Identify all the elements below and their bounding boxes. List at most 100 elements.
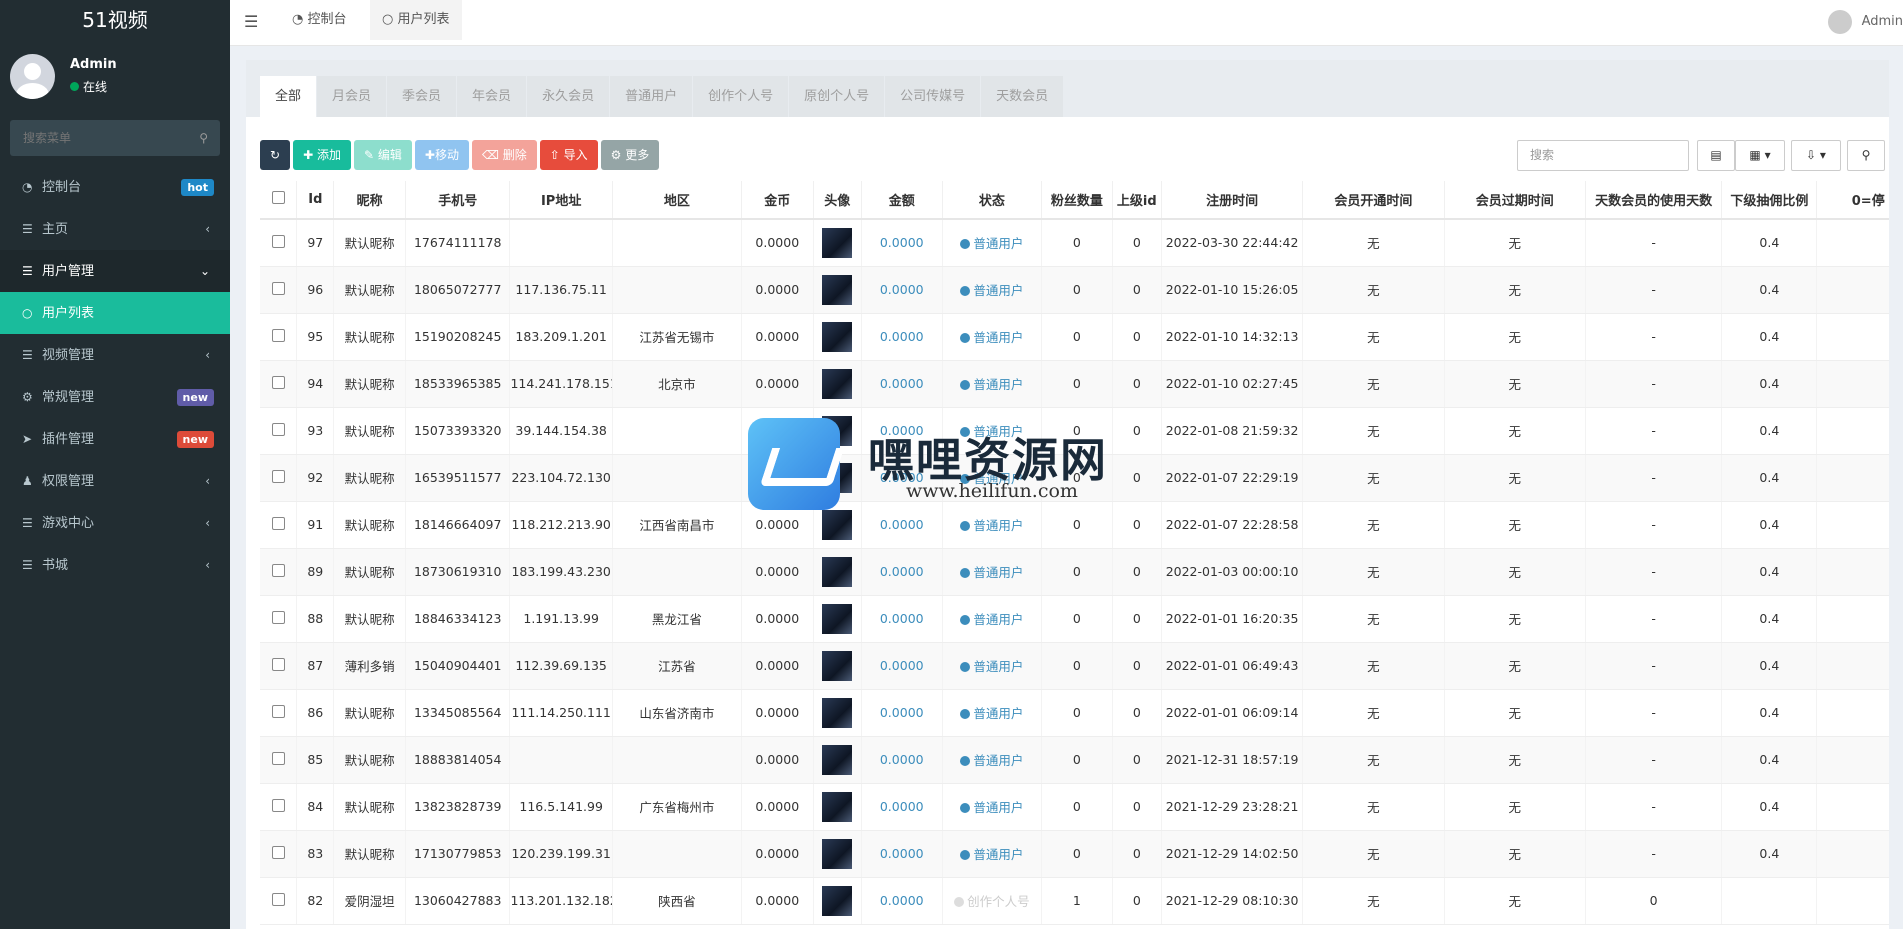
app-logo[interactable]: 51视频 — [0, 0, 230, 40]
row-checkbox[interactable] — [271, 798, 285, 812]
row-checkbox[interactable] — [271, 704, 285, 718]
row-checkbox[interactable] — [271, 657, 285, 671]
col-header[interactable]: 金币 — [741, 181, 814, 220]
col-header[interactable]: 昵称 — [333, 181, 406, 220]
sidebar-item-video-management[interactable]: ☰ 视频管理 ‹ — [0, 334, 230, 376]
avatar-thumbnail[interactable] — [822, 227, 853, 258]
table-row[interactable]: 92 默认昵称 16539511577 223.104.72.130 0.0000 0.0… — [260, 454, 1889, 502]
col-header[interactable]: Id — [296, 181, 335, 220]
row-checkbox[interactable] — [271, 422, 285, 436]
move-button[interactable]: ✚移动 — [414, 140, 469, 170]
sidebar-item-games[interactable]: ☰ 游戏中心 ‹ — [0, 502, 230, 544]
amount-link[interactable]: 0.0000 — [880, 893, 924, 908]
export-button[interactable]: ⇩ ▾ — [1791, 140, 1841, 171]
columns-button[interactable]: ▦ ▾ — [1735, 140, 1785, 171]
delete-button[interactable]: ⌫ 删除 — [471, 140, 537, 170]
col-header[interactable]: 0=停 — [1816, 181, 1889, 220]
col-header[interactable]: 注册时间 — [1161, 181, 1304, 220]
import-button[interactable]: ⇧ 导入 — [539, 140, 598, 170]
row-checkbox[interactable] — [271, 375, 285, 389]
col-header[interactable]: 头像 — [813, 181, 862, 220]
avatar-thumbnail[interactable] — [822, 603, 853, 634]
amount-link[interactable]: 0.0000 — [880, 564, 924, 579]
table-row[interactable]: 97 默认昵称 17674111178 0.0000 0.0000 普通用户 0 0 2022-… — [260, 219, 1889, 267]
sidebar-item-permissions[interactable]: ♟ 权限管理 ‹ — [0, 460, 230, 502]
add-button[interactable]: ✚ 添加 — [293, 140, 351, 170]
row-checkbox[interactable] — [271, 845, 285, 859]
tab-original[interactable]: 原创个人号 — [789, 76, 885, 117]
row-checkbox[interactable] — [271, 281, 285, 295]
avatar-thumbnail[interactable] — [822, 556, 853, 587]
table-row[interactable]: 87 薄利多销 15040904401 112.39.69.135 江苏省 0.0000 0… — [260, 642, 1889, 690]
col-header[interactable]: 会员开通时间 — [1302, 181, 1445, 220]
amount-link[interactable]: 0.0000 — [880, 705, 924, 720]
amount-link[interactable]: 0.0000 — [880, 517, 924, 532]
amount-link[interactable]: 0.0000 — [880, 423, 924, 438]
col-header[interactable]: 金额 — [861, 181, 943, 220]
more-button[interactable]: ⚙ 更多 — [600, 140, 660, 170]
avatar-thumbnail[interactable] — [822, 274, 853, 305]
amount-link[interactable]: 0.0000 — [880, 376, 924, 391]
amount-link[interactable]: 0.0000 — [880, 282, 924, 297]
table-row[interactable]: 88 默认昵称 18846334123 1.191.13.99 黑龙江省 0.0000 0.… — [260, 595, 1889, 643]
table-row[interactable]: 94 默认昵称 18533965385 114.241.178.151 北京市 0.000… — [260, 360, 1889, 408]
table-row[interactable]: 82 爱阴湿坦 13060427883 113.201.132.182 陕西省 0.000… — [260, 877, 1889, 925]
tab-dashboard[interactable]: ◔ 控制台 — [280, 0, 359, 40]
row-checkbox[interactable] — [271, 328, 285, 342]
table-row[interactable]: 83 默认昵称 17130779853 120.239.199.31 0.0000 0.0… — [260, 830, 1889, 878]
tab-normal[interactable]: 普通用户 — [610, 76, 693, 117]
search-toggle-button[interactable]: ⚲ — [1847, 140, 1885, 171]
col-header[interactable]: 状态 — [942, 181, 1043, 220]
col-header[interactable]: 上级id — [1112, 181, 1162, 220]
amount-link[interactable]: 0.0000 — [880, 329, 924, 344]
col-header[interactable]: IP地址 — [509, 181, 613, 220]
row-checkbox[interactable] — [271, 516, 285, 530]
row-checkbox[interactable] — [271, 563, 285, 577]
amount-link[interactable]: 0.0000 — [880, 846, 924, 861]
col-header[interactable]: 天数会员的使用天数 — [1585, 181, 1723, 220]
sidebar-item-books[interactable]: ☰ 书城 ‹ — [0, 544, 230, 586]
toggle-view-button[interactable]: ▤ — [1697, 140, 1735, 171]
avatar-thumbnail[interactable] — [822, 885, 853, 916]
sidebar-item-dashboard[interactable]: ◔ 控制台 hot — [0, 166, 230, 208]
table-row[interactable]: 93 默认昵称 15073393320 39.144.154.38 0.0000 0.00… — [260, 407, 1889, 455]
tab-days[interactable]: 天数会员 — [981, 76, 1064, 117]
sidebar-item-home[interactable]: ☰ 主页 ‹ — [0, 208, 230, 250]
row-checkbox[interactable] — [271, 892, 285, 906]
avatar-thumbnail[interactable] — [822, 744, 853, 775]
admin-menu[interactable]: Admin — [1827, 8, 1903, 36]
tab-creator[interactable]: 创作个人号 — [693, 76, 789, 117]
table-search-input[interactable]: 搜索 — [1517, 140, 1689, 171]
table-row[interactable]: 95 默认昵称 15190208245 183.209.1.201 江苏省无锡市 0.00… — [260, 313, 1889, 361]
tab-monthly[interactable]: 月会员 — [317, 76, 387, 117]
avatar-thumbnail[interactable] — [822, 368, 853, 399]
row-checkbox[interactable] — [271, 234, 285, 248]
avatar-thumbnail[interactable] — [822, 791, 853, 822]
row-checkbox[interactable] — [271, 610, 285, 624]
menu-toggle-icon[interactable]: ☰ — [244, 12, 258, 31]
sidebar-item-user-list[interactable]: ○ 用户列表 — [0, 292, 230, 334]
sidebar-item-plugins[interactable]: ➤ 插件管理 new — [0, 418, 230, 460]
amount-link[interactable]: 0.0000 — [880, 470, 924, 485]
row-checkbox[interactable] — [271, 469, 285, 483]
row-checkbox[interactable] — [271, 751, 285, 765]
table-row[interactable]: 96 默认昵称 18065072777 117.136.75.11 0.0000 0.00… — [260, 266, 1889, 314]
avatar-thumbnail[interactable] — [822, 415, 853, 446]
tab-company[interactable]: 公司传媒号 — [885, 76, 981, 117]
table-row[interactable]: 89 默认昵称 18730619310 183.199.43.230 0.0000 0.0… — [260, 548, 1889, 596]
avatar-thumbnail[interactable] — [822, 697, 853, 728]
col-header[interactable]: 地区 — [612, 181, 742, 220]
avatar-thumbnail[interactable] — [822, 650, 853, 681]
table-row[interactable]: 91 默认昵称 18146664097 118.212.213.90 江西省南昌市 0.0… — [260, 501, 1889, 549]
avatar-thumbnail[interactable] — [822, 321, 853, 352]
avatar-thumbnail[interactable] — [822, 509, 853, 540]
amount-link[interactable]: 0.0000 — [880, 611, 924, 626]
col-header[interactable]: 下级抽佣比例 — [1721, 181, 1818, 220]
tab-permanent[interactable]: 永久会员 — [527, 76, 610, 117]
search-icon[interactable]: ⚲ — [199, 131, 208, 145]
amount-link[interactable]: 0.0000 — [880, 799, 924, 814]
table-row[interactable]: 85 默认昵称 18883814054 0.0000 0.0000 普通用户 0 0 2021-… — [260, 736, 1889, 784]
select-all-checkbox[interactable] — [271, 191, 285, 204]
col-header[interactable]: 会员过期时间 — [1444, 181, 1586, 220]
sidebar-item-user-management[interactable]: ☰ 用户管理 ⌄ — [0, 250, 230, 292]
